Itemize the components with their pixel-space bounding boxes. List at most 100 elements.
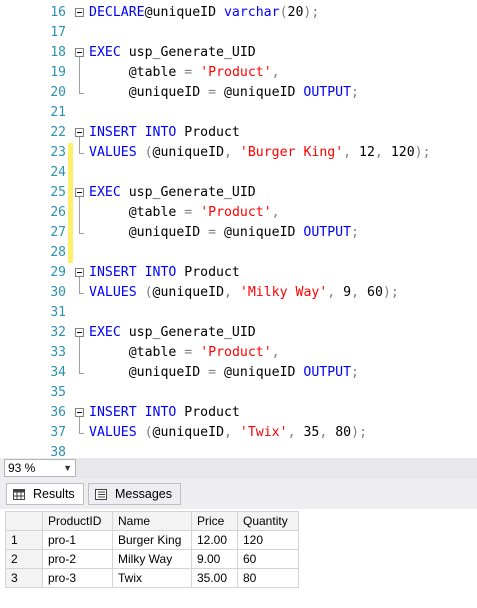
collapse-icon[interactable]	[75, 188, 84, 197]
table-cell[interactable]: 12.00	[191, 530, 238, 550]
line-number: 36	[50, 405, 66, 420]
collapse-icon[interactable]	[75, 128, 84, 137]
code-line[interactable]: 27 @uniqueID = @uniqueID OUTPUT;	[0, 223, 477, 243]
code-line[interactable]: 32 EXEC usp_Generate_UID	[0, 323, 477, 343]
line-number: 26	[50, 205, 66, 220]
code-line[interactable]: 21	[0, 103, 477, 123]
fold-guide-end	[79, 93, 84, 94]
collapse-icon[interactable]	[75, 408, 84, 417]
zoom-bar: 93 % ▼	[0, 458, 477, 479]
code-text: INSERT INTO Product	[89, 125, 240, 140]
table-cell[interactable]: Burger King	[112, 530, 192, 550]
change-marker	[68, 183, 73, 203]
line-number: 21	[50, 105, 66, 120]
table-cell[interactable]: Milky Way	[112, 549, 192, 569]
code-line[interactable]: 31	[0, 303, 477, 323]
table-cell[interactable]: 80	[237, 568, 299, 588]
line-number: 33	[50, 345, 66, 360]
fold-guide	[79, 417, 80, 433]
code-line[interactable]: 23 VALUES (@uniqueID, 'Burger King', 12, …	[0, 143, 477, 163]
row-number[interactable]: 2	[5, 549, 43, 569]
table-cell[interactable]: 35.00	[191, 568, 238, 588]
code-text: @uniqueID = @uniqueID OUTPUT;	[89, 225, 359, 240]
code-line[interactable]: 24	[0, 163, 477, 183]
column-header[interactable]: Price	[191, 511, 238, 531]
chevron-down-icon[interactable]: ▼	[63, 463, 72, 473]
code-text: INSERT INTO Product	[89, 405, 240, 420]
horizontal-scrollbar[interactable]	[76, 458, 477, 479]
code-text: INSERT INTO Product	[89, 265, 240, 280]
tab-results[interactable]: Results	[6, 483, 84, 505]
table-cell[interactable]: Twix	[112, 568, 192, 588]
table-cell[interactable]: pro-3	[42, 568, 113, 588]
fold-guide-end	[79, 153, 84, 154]
line-number: 25	[50, 185, 66, 200]
fold-guide-end	[79, 373, 84, 374]
code-text: @uniqueID = @uniqueID OUTPUT;	[89, 85, 359, 100]
row-number[interactable]: 1	[5, 530, 43, 550]
code-line[interactable]: 30 VALUES (@uniqueID, 'Milky Way', 9, 60)…	[0, 283, 477, 303]
fold-guide	[79, 337, 80, 373]
code-line[interactable]: 20 @uniqueID = @uniqueID OUTPUT;	[0, 83, 477, 103]
code-text: VALUES (@uniqueID, 'Milky Way', 9, 60);	[89, 285, 399, 300]
code-line[interactable]: 33 @table = 'Product',	[0, 343, 477, 363]
fold-guide	[79, 197, 80, 233]
code-line[interactable]: 36 INSERT INTO Product	[0, 403, 477, 423]
line-number: 22	[50, 125, 66, 140]
line-number: 37	[50, 425, 66, 440]
change-marker	[68, 203, 73, 223]
collapse-icon[interactable]	[75, 328, 84, 337]
zoom-value: 93 %	[8, 461, 36, 475]
code-line[interactable]: 37 VALUES (@uniqueID, 'Twix', 35, 80);	[0, 423, 477, 443]
collapse-icon[interactable]	[75, 48, 84, 57]
collapse-icon[interactable]	[75, 268, 84, 277]
change-marker	[68, 243, 73, 263]
table-cell[interactable]: pro-1	[42, 530, 113, 550]
table-cell[interactable]: 120	[237, 530, 299, 550]
line-number: 18	[50, 45, 66, 60]
line-number: 19	[50, 65, 66, 80]
code-line[interactable]: 34 @uniqueID = @uniqueID OUTPUT;	[0, 363, 477, 383]
code-line[interactable]: 19 @table = 'Product',	[0, 63, 477, 83]
table-cell[interactable]: 60	[237, 549, 299, 569]
table-cell[interactable]: pro-2	[42, 549, 113, 569]
row-number[interactable]: 3	[5, 568, 43, 588]
code-line[interactable]: 17	[0, 23, 477, 43]
table-row: 2 pro-2 Milky Way 9.00 60	[5, 549, 299, 569]
sql-editor[interactable]: 16 DECLARE@uniqueID varchar(20); 17 18 EXEC …	[0, 0, 477, 458]
code-line[interactable]: 22 INSERT INTO Product	[0, 123, 477, 143]
code-text: @table = 'Product',	[89, 345, 280, 360]
line-number: 29	[50, 265, 66, 280]
code-line[interactable]: 18 EXEC usp_Generate_UID	[0, 43, 477, 63]
code-text: @uniqueID = @uniqueID OUTPUT;	[89, 365, 359, 380]
code-text: @table = 'Product',	[89, 205, 280, 220]
collapse-icon[interactable]	[75, 8, 84, 17]
code-line[interactable]: 28	[0, 243, 477, 263]
line-number: 27	[50, 225, 66, 240]
fold-guide-end	[79, 233, 84, 234]
code-line[interactable]: 26 @table = 'Product',	[0, 203, 477, 223]
line-number: 28	[50, 245, 66, 260]
column-header[interactable]: ProductID	[42, 511, 113, 531]
results-tabs: Results Messages	[0, 479, 477, 509]
line-number: 35	[50, 385, 66, 400]
table-cell[interactable]: 9.00	[191, 549, 238, 569]
code-line[interactable]: 35	[0, 383, 477, 403]
column-header[interactable]: Quantity	[237, 511, 299, 531]
change-marker	[68, 223, 73, 243]
zoom-dropdown[interactable]: 93 % ▼	[4, 459, 76, 477]
tab-messages-label: Messages	[115, 487, 172, 501]
code-text: EXEC usp_Generate_UID	[89, 325, 256, 340]
row-number-header[interactable]	[5, 511, 43, 531]
code-line[interactable]: 16 DECLARE@uniqueID varchar(20);	[0, 3, 477, 23]
line-number: 38	[50, 445, 66, 458]
code-text: VALUES (@uniqueID, 'Burger King', 12, 12…	[89, 145, 431, 160]
code-line[interactable]: 38	[0, 443, 477, 458]
line-number: 31	[50, 305, 66, 320]
column-header[interactable]: Name	[112, 511, 192, 531]
code-line[interactable]: 25 EXEC usp_Generate_UID	[0, 183, 477, 203]
line-number: 17	[50, 25, 66, 40]
code-line[interactable]: 29 INSERT INTO Product	[0, 263, 477, 283]
code-text: DECLARE@uniqueID varchar(20);	[89, 5, 320, 20]
tab-messages[interactable]: Messages	[88, 483, 181, 505]
